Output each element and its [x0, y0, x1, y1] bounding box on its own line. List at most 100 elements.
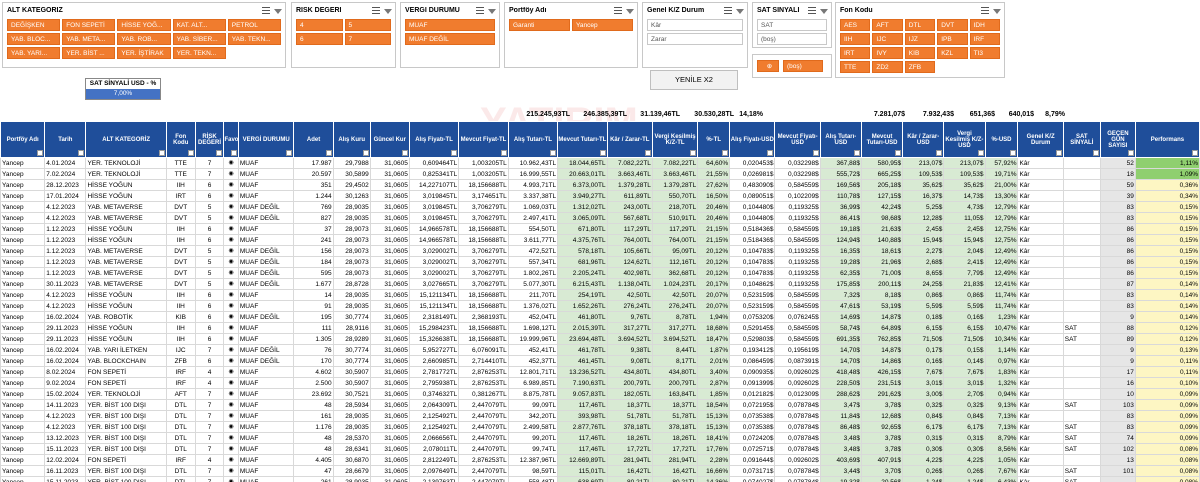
slicer-item[interactable]: Kâr	[647, 19, 743, 31]
filter-dropdown-icon[interactable]	[599, 150, 606, 156]
slicer-item[interactable]: KZL	[937, 47, 968, 59]
column-header[interactable]: ALT KATEGORİZ	[85, 121, 167, 158]
slicer-extra[interactable]: ⊕ (boş)	[752, 54, 832, 78]
slicer-item[interactable]: YER. BİST ...	[62, 47, 116, 59]
column-header[interactable]: Mevcut Fiyat-TL	[458, 121, 509, 158]
filter-dropdown-icon[interactable]	[216, 150, 223, 156]
slicer-item[interactable]: KAT. ALT...	[172, 19, 226, 31]
filter-dropdown-icon[interactable]	[767, 150, 774, 156]
column-header[interactable]: Portföy Adı	[0, 121, 46, 158]
column-header[interactable]: Alış Kuru	[332, 121, 371, 158]
slicer-item[interactable]: 4	[296, 19, 343, 31]
column-header[interactable]: Genel K/Z Durum	[1017, 121, 1064, 158]
filter-dropdown-icon[interactable]	[722, 150, 729, 156]
slicer-item[interactable]: IJC	[872, 33, 903, 45]
table-row[interactable]: Yancep16.02.2024YAB. ROBOTİKKIB6 MUAF DEĞ…	[0, 311, 1200, 323]
table-row[interactable]: Yancep16.02.2024YAB. BLOCKCHAINZFB6 MUAF …	[0, 355, 1200, 367]
multi-select-icon[interactable]	[476, 6, 485, 15]
slicer-vergi[interactable]: VERGİ DURUMU MUAF MUAF DEĞİL	[400, 2, 500, 68]
filter-dropdown-icon[interactable]	[325, 150, 332, 156]
table-row[interactable]: Yancep1.12.2023HİSSE YOĞUNIIH6 MUAF24128,…	[0, 234, 1200, 246]
filter-dropdown-icon[interactable]	[362, 150, 369, 156]
clear-filter-icon[interactable]	[993, 8, 1001, 14]
slicer-item[interactable]: TI3	[969, 47, 1000, 59]
column-header[interactable]: Adet	[293, 121, 334, 158]
table-row[interactable]: Yancep15.11.2023YER. BİST 100 DIŞIDTL7 MU…	[0, 476, 1200, 482]
filter-dropdown-icon[interactable]	[690, 150, 697, 156]
slicer-item[interactable]: IRF	[969, 33, 1000, 45]
filter-dropdown-icon[interactable]	[936, 150, 943, 156]
column-header[interactable]: Tarih	[44, 121, 87, 158]
extra-option-2[interactable]: (boş)	[783, 60, 823, 72]
slicer-item[interactable]: IPB	[937, 33, 968, 45]
slicer-item[interactable]: AES	[840, 19, 871, 31]
filter-dropdown-icon[interactable]	[895, 150, 902, 156]
yenile-button[interactable]: YENİLE X2	[650, 70, 738, 90]
filter-dropdown-icon[interactable]	[1092, 150, 1099, 156]
table-row[interactable]: Yancep8.02.2024FON SEPETİIRF4 MUAF4.60230…	[0, 366, 1200, 378]
slicer-item[interactable]: IDH	[969, 19, 1000, 31]
column-header[interactable]: Fon Kodu	[165, 121, 196, 158]
table-row[interactable]: Yancep4.12.2023HİSSE YOĞUNIIH6 MUAF1428,9…	[0, 289, 1200, 301]
slicer-genel-kz[interactable]: Genel K/Z Durum Kâr Zarar	[642, 2, 748, 68]
slicer-item[interactable]: YAB. TEKN...	[227, 33, 281, 45]
clear-filter-icon[interactable]	[626, 8, 634, 14]
multi-select-icon[interactable]	[372, 6, 381, 15]
slicer-item[interactable]: 6	[296, 33, 343, 45]
multi-select-icon[interactable]	[981, 6, 990, 15]
clear-filter-icon[interactable]	[384, 8, 392, 14]
slicer-item[interactable]: 7	[344, 33, 391, 45]
filter-dropdown-icon[interactable]	[1010, 150, 1017, 156]
slicer-item[interactable]: MUAF	[405, 19, 495, 31]
column-header[interactable]: Alış Tutarı-USD	[819, 121, 862, 158]
multi-select-icon[interactable]	[724, 6, 733, 15]
table-row[interactable]: Yancep16.11.2023YER. BİST 100 DIŞIDTL7 MU…	[0, 465, 1200, 477]
slicer-alt-kategori[interactable]: ALT KATEGORİZ DEĞİŞKEN FON SEPETİ HİSSE YOĞ…	[2, 2, 286, 68]
column-header[interactable]: Vergi Kesilmiş K/Z-TL	[651, 121, 699, 158]
slicer-item[interactable]: FON SEPETİ	[62, 19, 116, 31]
slicer-item[interactable]: YAB. ROB...	[117, 33, 171, 45]
filter-dropdown-icon[interactable]	[451, 150, 458, 156]
clear-filter-icon[interactable]	[820, 8, 828, 14]
table-row[interactable]: Yancep16.02.2024YAB. YARI İLETKENIJC7 MUA…	[0, 344, 1200, 356]
column-header[interactable]: Performans	[1134, 121, 1200, 158]
slicer-item[interactable]: ZFB	[904, 61, 936, 73]
filter-dropdown-icon[interactable]	[78, 150, 85, 156]
table-row[interactable]: Yancep4.12.2023YER. BİST 100 DIŞIDTL7 MUA…	[0, 410, 1200, 422]
filter-dropdown-icon[interactable]	[230, 150, 237, 156]
column-header[interactable]: Alış Fiyatı-USD	[729, 121, 776, 158]
slicer-item[interactable]: IIH	[840, 33, 871, 45]
table-row[interactable]: Yancep7.02.2024YER. TEKNOLOJİTTE7MUAF20.…	[0, 168, 1200, 180]
slicer-sat-sinyali[interactable]: SAT SİNYALİ SAT (boş)	[752, 2, 832, 48]
filter-dropdown-icon[interactable]	[158, 150, 165, 156]
column-header[interactable]: Favori	[223, 121, 239, 158]
filter-dropdown-icon[interactable]	[401, 150, 408, 156]
column-header[interactable]: GEÇEN GÜN SAYISI	[1099, 121, 1136, 158]
slicer-item[interactable]: Garanti	[509, 19, 570, 31]
table-row[interactable]: Yancep29.11.2023HİSSE YOĞUNIIH6 MUAF1.305…	[0, 333, 1200, 345]
column-header[interactable]: %-TL	[697, 121, 731, 158]
slicer-portfoy[interactable]: Portföy Adı Garanti Yancep	[504, 2, 638, 68]
slicer-fon-kodu[interactable]: Fon Kodu AES AFT DTL DVT IDH IIH IJC IJZ IPB IRF IR…	[835, 2, 1005, 78]
column-header[interactable]: VERGİ DURUMU	[237, 121, 295, 158]
column-header[interactable]: Mevcut Tutarı-USD	[860, 121, 904, 158]
multi-select-icon[interactable]	[808, 6, 817, 15]
table-row[interactable]: Yancep4.12.2023YER. BİST 100 DIŞIDTL7 MUA…	[0, 421, 1200, 433]
slicer-item[interactable]: YER. İŞTİRAK	[117, 47, 171, 59]
table-row[interactable]: Yancep4.12.2023HİSSE YOĞUNIIH6 MUAF9128,9…	[0, 300, 1200, 312]
slicer-item[interactable]: IJZ	[904, 33, 936, 45]
table-row[interactable]: Yancep30.11.2023YAB. METAVERSEDVT5 MUAF D…	[0, 278, 1200, 290]
filter-dropdown-icon[interactable]	[644, 150, 651, 156]
slicer-item[interactable]: YAB. SİBER...	[172, 33, 226, 45]
slicer-item[interactable]: (boş)	[757, 33, 827, 45]
slicer-item[interactable]: KIB	[904, 47, 936, 59]
filter-dropdown-icon[interactable]	[1192, 150, 1198, 156]
column-header[interactable]: SAT SİNYALİ	[1062, 121, 1101, 158]
slicer-item[interactable]: DTL	[904, 19, 936, 31]
slicer-item[interactable]: ZD2	[872, 61, 903, 73]
multi-select-icon[interactable]	[262, 6, 271, 15]
column-header[interactable]: Kâr / Zarar-TL	[606, 121, 653, 158]
table-row[interactable]: Yancep4.01.2024YER. TEKNOLOJİTTE7 MUAF17.…	[0, 157, 1200, 169]
slicer-item[interactable]: Yancep	[572, 19, 633, 31]
filter-dropdown-icon[interactable]	[977, 150, 984, 156]
